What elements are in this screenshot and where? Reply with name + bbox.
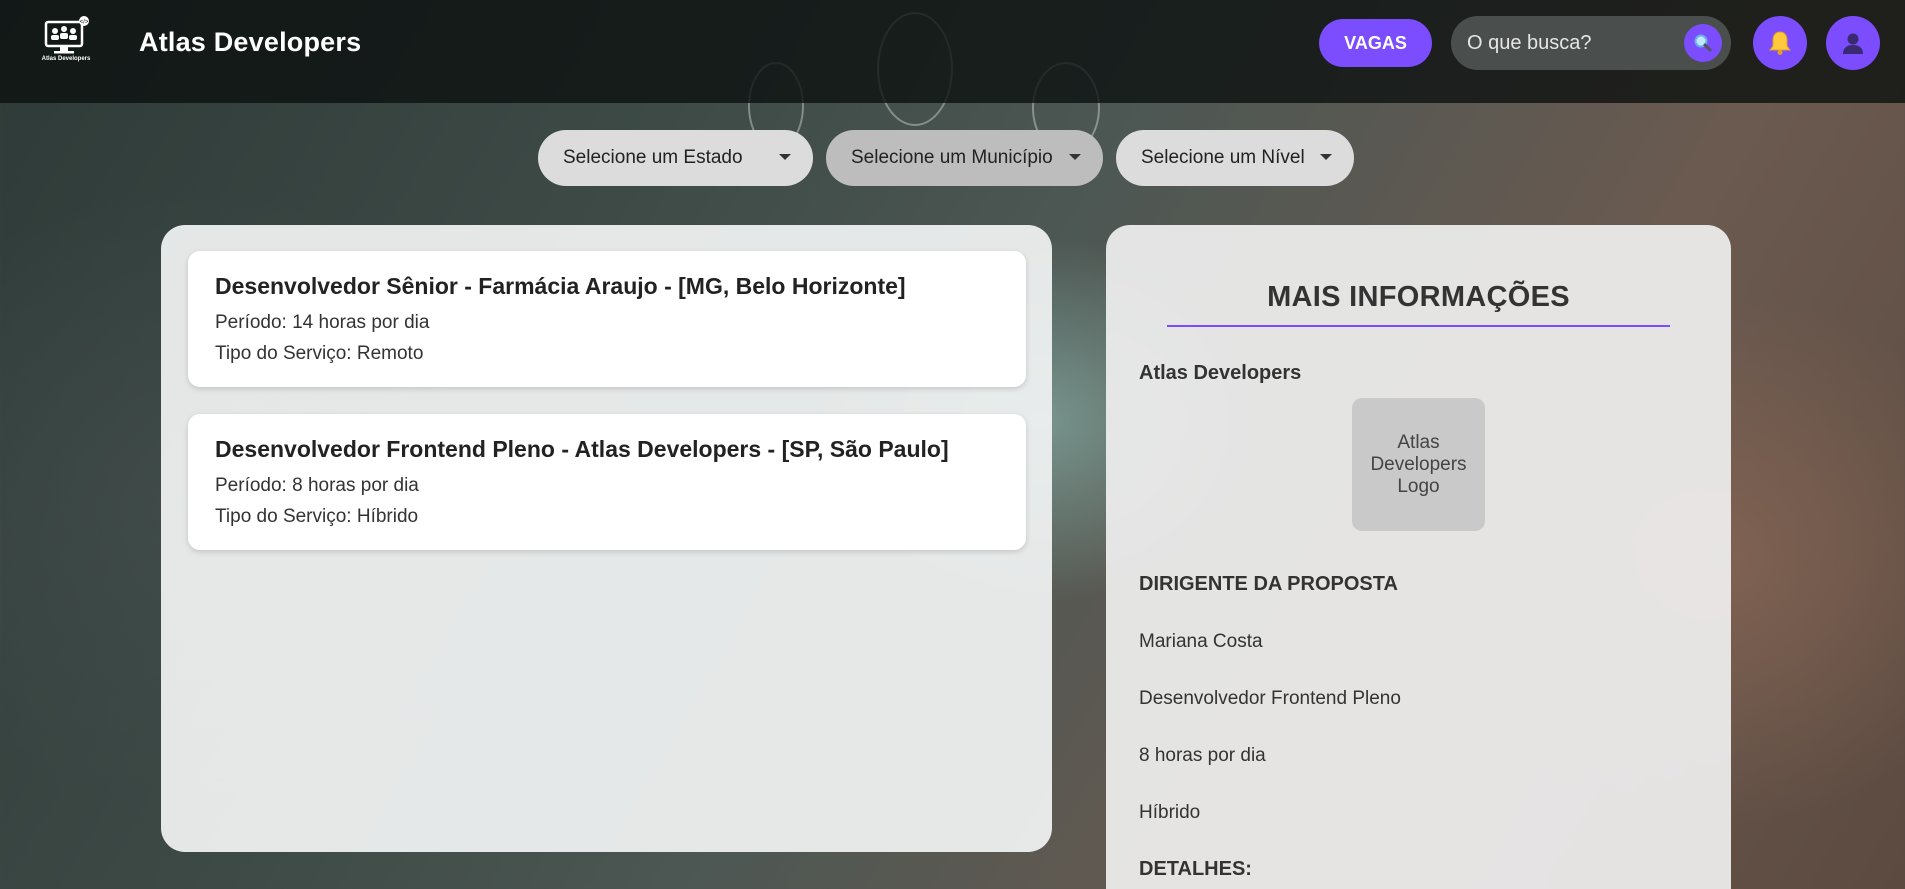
search-icon [1694, 34, 1712, 52]
company-name: Atlas Developers [1139, 362, 1302, 384]
job-details-panel: MAIS INFORMAÇÕES Atlas Developers Atlas … [1106, 225, 1731, 889]
state-filter-select[interactable]: Selecione um Estado [538, 130, 813, 186]
app-logo[interactable]: </> Atlas Developers [34, 16, 98, 80]
chevron-down-icon [779, 154, 791, 160]
profile-button[interactable] [1826, 16, 1880, 70]
notifications-button[interactable] [1753, 16, 1807, 70]
state-filter-label: Selecione um Estado [563, 147, 743, 168]
level-filter-label: Selecione um Nível [1141, 147, 1305, 168]
logo-caption: Atlas Developers [41, 56, 91, 62]
job-title: Desenvolvedor Sênior - Farmácia Araujo -… [215, 273, 906, 299]
details-label: DETALHES: [1139, 858, 1252, 880]
city-filter-select[interactable]: Selecione um Município [826, 130, 1103, 186]
manager-name: Mariana Costa [1139, 631, 1263, 652]
brand-title[interactable]: Atlas Developers [139, 27, 361, 58]
top-navigation-bar: </> Atlas Developers Atlas Developers VA… [0, 0, 1905, 103]
city-filter-label: Selecione um Município [851, 147, 1053, 168]
job-service-type: Tipo do Serviço: Remoto [215, 343, 424, 364]
search-bar [1451, 16, 1731, 70]
job-list-panel: Desenvolvedor Sênior - Farmácia Araujo -… [161, 225, 1052, 852]
job-period: Período: 14 horas por dia [215, 312, 430, 333]
company-logo-placeholder: Atlas Developers Logo [1352, 398, 1485, 531]
vagas-button[interactable]: VAGAS [1319, 19, 1432, 67]
search-input[interactable] [1467, 26, 1667, 60]
work-hours: 8 horas por dia [1139, 745, 1266, 766]
search-button[interactable] [1684, 24, 1722, 62]
chevron-down-icon [1320, 154, 1332, 160]
user-icon [1843, 33, 1863, 54]
job-period: Período: 8 horas por dia [215, 475, 419, 496]
team-monitor-icon: </> [44, 16, 89, 54]
job-card[interactable]: Desenvolvedor Sênior - Farmácia Araujo -… [188, 251, 1026, 387]
manager-label: DIRIGENTE DA PROPOSTA [1139, 573, 1398, 595]
bell-icon [1769, 31, 1791, 55]
details-title: MAIS INFORMAÇÕES [1267, 281, 1570, 313]
chevron-down-icon [1069, 154, 1081, 160]
position-name: Desenvolvedor Frontend Pleno [1139, 688, 1401, 709]
job-title: Desenvolvedor Frontend Pleno - Atlas Dev… [215, 436, 949, 462]
title-divider [1167, 325, 1670, 327]
work-mode: Híbrido [1139, 802, 1201, 823]
svg-text:</>: </> [80, 20, 89, 26]
job-service-type: Tipo do Serviço: Híbrido [215, 506, 419, 527]
level-filter-select[interactable]: Selecione um Nível [1116, 130, 1354, 186]
job-card[interactable]: Desenvolvedor Frontend Pleno - Atlas Dev… [188, 414, 1026, 550]
